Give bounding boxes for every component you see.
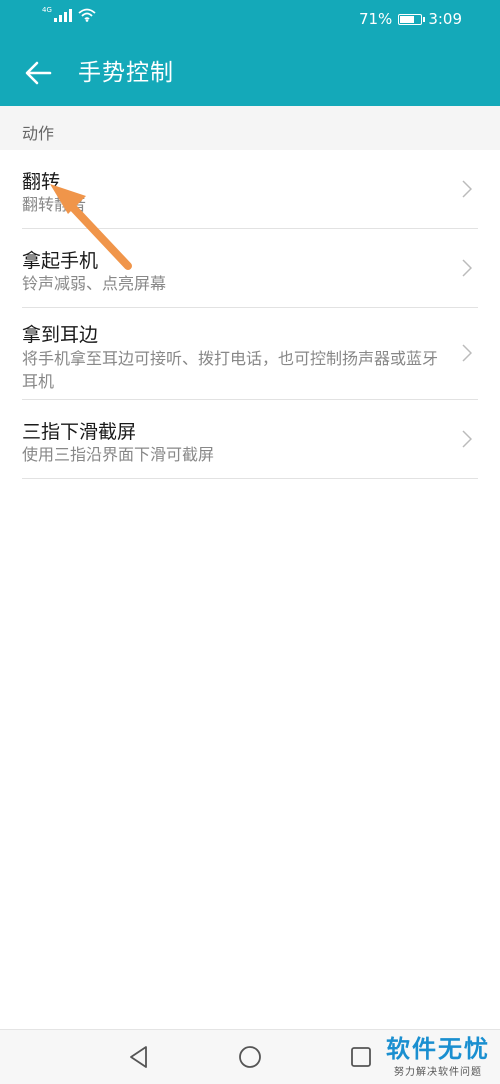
wifi-icon bbox=[78, 8, 96, 22]
nav-home-icon[interactable] bbox=[237, 1044, 263, 1070]
list-item-pick-up[interactable]: 拿起手机 铃声减弱、点亮屏幕 bbox=[22, 229, 478, 308]
list-item-subtitle: 铃声减弱、点亮屏幕 bbox=[22, 274, 167, 293]
list-item-subtitle: 翻转静音 bbox=[22, 195, 87, 214]
status-right: 71% 3:09 bbox=[359, 10, 462, 28]
page-title: 手势控制 bbox=[78, 60, 174, 86]
status-bar: 4G 71% 3:09 bbox=[0, 0, 500, 40]
list-item-subtitle: 将手机拿至耳边可接听、拨打电话，也可控制扬声器或蓝牙耳机 bbox=[22, 349, 439, 391]
gesture-list: 翻转 翻转静音 拿起手机 铃声减弱、点亮屏幕 拿到耳边 将手机拿至耳边可接听、拨… bbox=[0, 150, 500, 1030]
watermark-title: 软件无忧 bbox=[386, 1035, 490, 1063]
list-item-flip[interactable]: 翻转 翻转静音 bbox=[22, 150, 478, 229]
clock: 3:09 bbox=[428, 10, 462, 28]
watermark-logo: 软件无忧 努力解决软件问题 bbox=[386, 1035, 490, 1078]
section-header-label: 动作 bbox=[22, 124, 55, 143]
signal-icon bbox=[53, 8, 72, 22]
battery-icon bbox=[398, 13, 426, 25]
list-item-three-finger-screenshot[interactable]: 三指下滑截屏 使用三指沿界面下滑可截屏 bbox=[22, 400, 478, 479]
chevron-right-icon bbox=[462, 430, 472, 448]
list-item-subtitle: 使用三指沿界面下滑可截屏 bbox=[22, 445, 215, 464]
list-item-title: 三指下滑截屏 bbox=[22, 421, 137, 443]
watermark-subtitle: 努力解决软件问题 bbox=[394, 1067, 482, 1078]
list-item-title: 拿起手机 bbox=[22, 250, 99, 272]
battery-percent: 71% bbox=[358, 10, 393, 28]
status-left: 4G bbox=[42, 6, 96, 22]
chevron-right-icon bbox=[462, 259, 472, 277]
nav-recents-icon[interactable] bbox=[348, 1044, 374, 1070]
back-arrow-icon[interactable] bbox=[24, 59, 52, 87]
nav-back-icon[interactable] bbox=[126, 1044, 152, 1070]
app-bar: 手势控制 bbox=[0, 40, 500, 106]
network-type: 4G bbox=[42, 6, 52, 14]
section-header: 动作 bbox=[0, 106, 500, 150]
chevron-right-icon bbox=[462, 180, 472, 198]
list-item-raise-to-ear[interactable]: 拿到耳边 将手机拿至耳边可接听、拨打电话，也可控制扬声器或蓝牙耳机 bbox=[22, 308, 478, 400]
list-item-title: 拿到耳边 bbox=[22, 324, 99, 346]
chevron-right-icon bbox=[462, 344, 472, 362]
list-item-title: 翻转 bbox=[22, 171, 61, 193]
